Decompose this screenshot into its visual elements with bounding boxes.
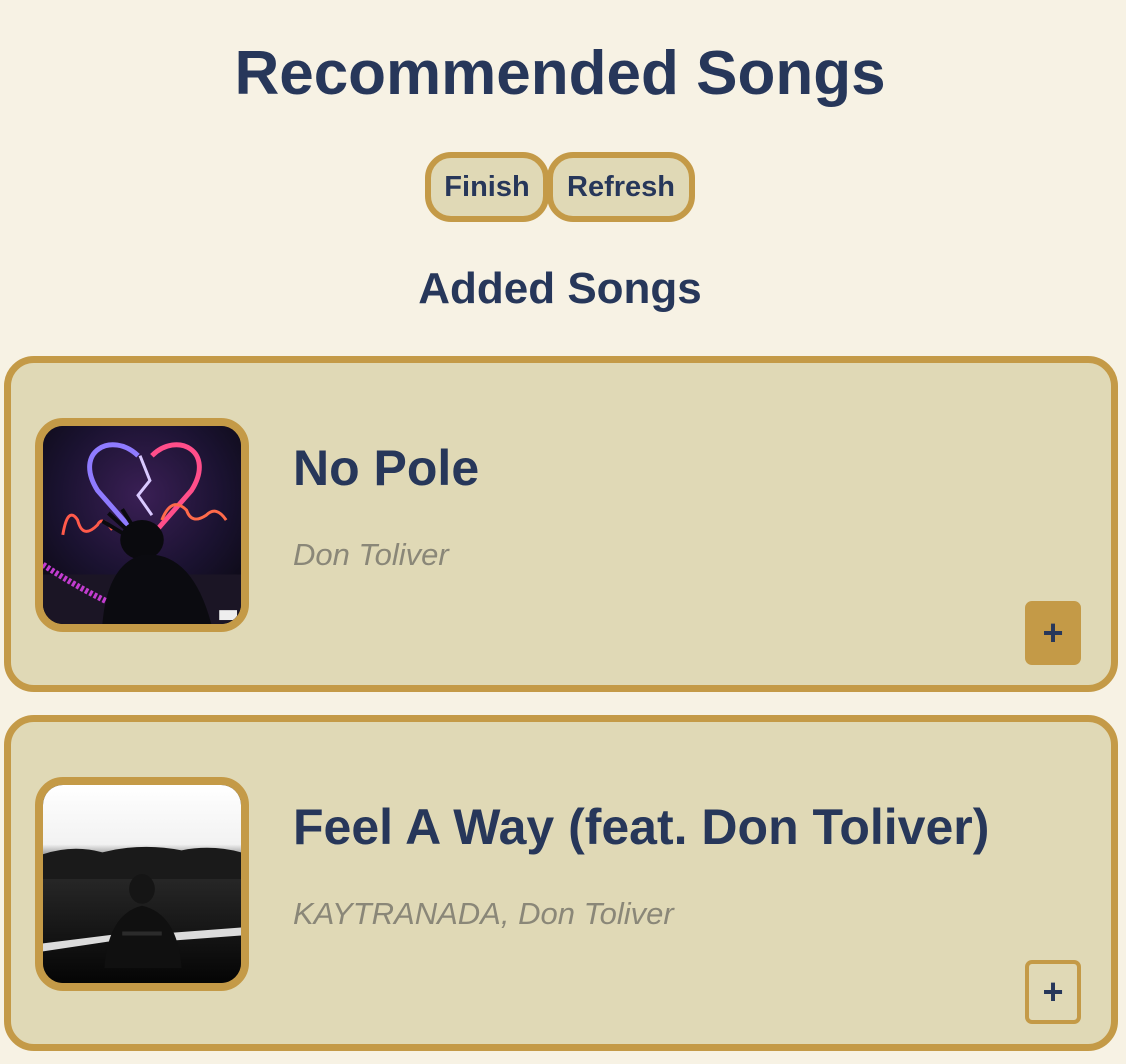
add-song-button[interactable]: + (1025, 601, 1081, 665)
song-title: Feel A Way (feat. Don Toliver) (293, 799, 990, 855)
action-buttons: Finish Refresh (0, 152, 1120, 222)
page: Recommended Songs Finish Refresh Added S… (0, 0, 1126, 1064)
song-card: No Pole Don Toliver + (4, 356, 1118, 692)
finish-button[interactable]: Finish (425, 152, 549, 222)
section-heading: Added Songs (418, 264, 702, 313)
song-artist: Don Toliver (293, 537, 449, 572)
add-song-button[interactable]: + (1025, 960, 1081, 1024)
refresh-button[interactable]: Refresh (547, 152, 695, 222)
album-cover-dark-figure (35, 777, 249, 991)
song-artist: KAYTRANADA, Don Toliver (293, 896, 674, 931)
album-cover-love-sick (35, 418, 249, 632)
page-title: Recommended Songs (234, 39, 886, 108)
song-card: Feel A Way (feat. Don Toliver) KAYTRANAD… (4, 715, 1118, 1051)
song-title: No Pole (293, 440, 480, 496)
